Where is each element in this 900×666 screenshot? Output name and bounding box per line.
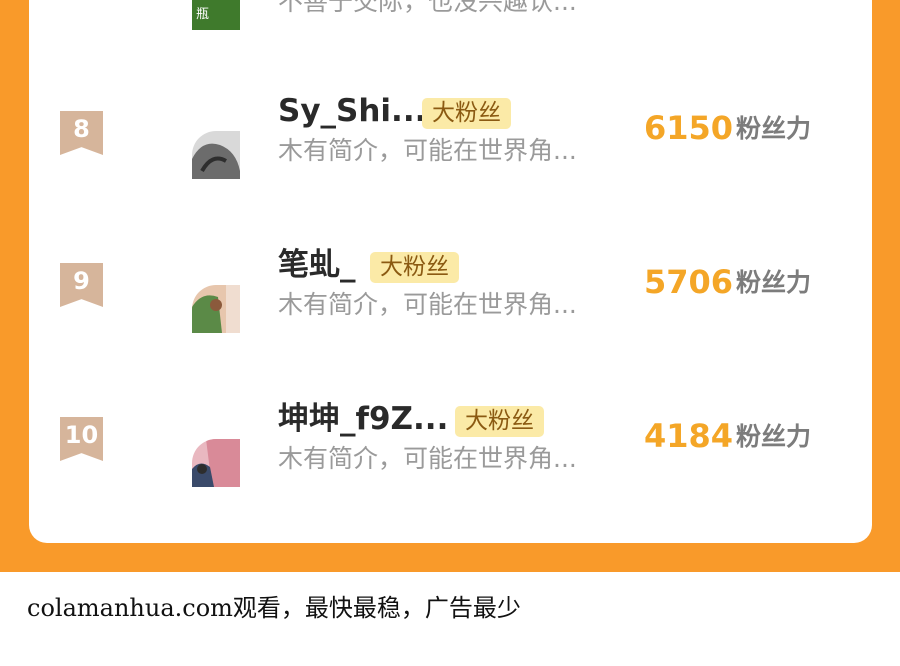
rank-number: 10 (64, 421, 99, 449)
avatar[interactable]: 瓶 (192, 0, 240, 30)
list-item[interactable]: 9 笔虬_ 大粉丝 木有简介，可能在世界角... 5706 粉丝力 (29, 247, 872, 357)
rank-number: 9 (73, 267, 90, 295)
user-name[interactable]: 笔虬_ (278, 247, 356, 283)
watermark-footer: colamanhua.com观看，最快最稳，广告最少 (27, 594, 521, 622)
user-name[interactable]: 坤坤_f9Z... (278, 401, 448, 437)
avatar[interactable] (192, 439, 240, 487)
fan-score-unit: 粉丝力 (736, 268, 812, 297)
fan-level-badge: 大粉丝 (455, 406, 544, 437)
fan-score: 4184 (644, 417, 734, 455)
user-description: 木有简介，可能在世界角... (278, 290, 577, 319)
fan-score: 6150 (644, 109, 734, 147)
fan-score-unit: 粉丝力 (736, 114, 812, 143)
avatar-text: 瓶 (196, 7, 209, 22)
avatar-image (192, 285, 240, 333)
rank-badge: 10 (60, 417, 103, 461)
user-name[interactable]: Sy_Shi... (278, 93, 426, 129)
user-description: 不善于交际，也没兴趣认... (278, 0, 577, 16)
leaderboard-card: 瓶 不善于交际，也没兴趣认... 8 Sy_Shi... 大粉丝 木有简介，可能… (29, 0, 872, 543)
fan-level-badge: 大粉丝 (422, 98, 511, 129)
user-description: 木有简介，可能在世界角... (278, 444, 577, 473)
fan-score-unit: 粉丝力 (736, 422, 812, 451)
user-description: 木有简介，可能在世界角... (278, 136, 577, 165)
list-item[interactable]: 10 坤坤_f9Z... 大粉丝 木有简介，可能在世界角... 4184 粉丝力 (29, 401, 872, 511)
fan-score: 5706 (644, 263, 734, 301)
fan-level-badge: 大粉丝 (370, 252, 459, 283)
rank-badge: 9 (60, 263, 103, 307)
avatar-image: 瓶 (192, 0, 240, 30)
avatar-image (192, 131, 240, 179)
avatar[interactable] (192, 285, 240, 333)
list-item[interactable]: 8 Sy_Shi... 大粉丝 木有简介，可能在世界角... 6150 粉丝力 (29, 93, 872, 203)
rank-badge: 8 (60, 111, 103, 155)
rank-number: 8 (73, 115, 90, 143)
avatar-image (192, 439, 240, 487)
list-item-partial[interactable]: 瓶 不善于交际，也没兴趣认... (29, 0, 872, 92)
avatar[interactable] (192, 131, 240, 179)
